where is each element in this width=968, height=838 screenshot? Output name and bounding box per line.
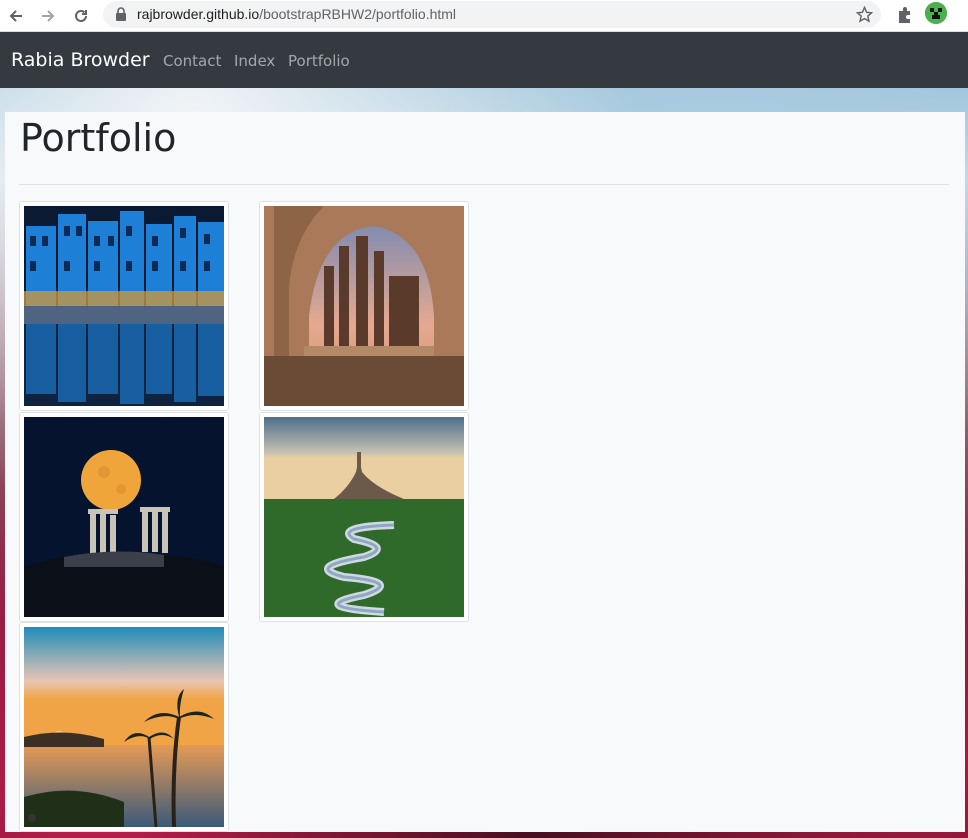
main-container: Portfolio xyxy=(5,112,965,832)
back-icon[interactable] xyxy=(5,5,27,27)
bookmark-star-icon[interactable] xyxy=(856,6,873,23)
divider xyxy=(19,184,949,185)
url-host: rajbrowder.github.io xyxy=(137,6,260,22)
portfolio-image-mont-saint-michel[interactable] xyxy=(259,412,469,622)
browser-toolbar: rajbrowder.github.io/bootstrapRBHW2/port… xyxy=(0,0,968,32)
nav-link-contact[interactable]: Contact xyxy=(163,52,221,70)
portfolio-image-palm-sunset[interactable] xyxy=(19,622,229,832)
nav-link-portfolio[interactable]: Portfolio xyxy=(288,52,350,70)
address-bar[interactable]: rajbrowder.github.io/bootstrapRBHW2/port… xyxy=(103,1,881,28)
site-navbar: Rabia Browder Contact Index Portfolio xyxy=(0,32,968,88)
portfolio-image-brussels[interactable] xyxy=(19,201,229,411)
profile-avatar[interactable] xyxy=(925,2,947,24)
extensions-puzzle-icon[interactable] xyxy=(895,5,915,25)
portfolio-image-sagrada-familia[interactable] xyxy=(259,201,469,411)
page-title: Portfolio xyxy=(20,116,177,160)
url-text: rajbrowder.github.io/bootstrapRBHW2/port… xyxy=(137,6,456,22)
forward-icon[interactable] xyxy=(37,5,59,27)
portfolio-image-moon-temple[interactable] xyxy=(19,412,229,622)
url-path: /bootstrapRBHW2/portfolio.html xyxy=(259,6,457,22)
nav-link-index[interactable]: Index xyxy=(234,52,275,70)
lock-icon[interactable] xyxy=(115,7,127,21)
reload-icon[interactable] xyxy=(70,5,92,27)
navbar-brand[interactable]: Rabia Browder xyxy=(11,49,150,71)
